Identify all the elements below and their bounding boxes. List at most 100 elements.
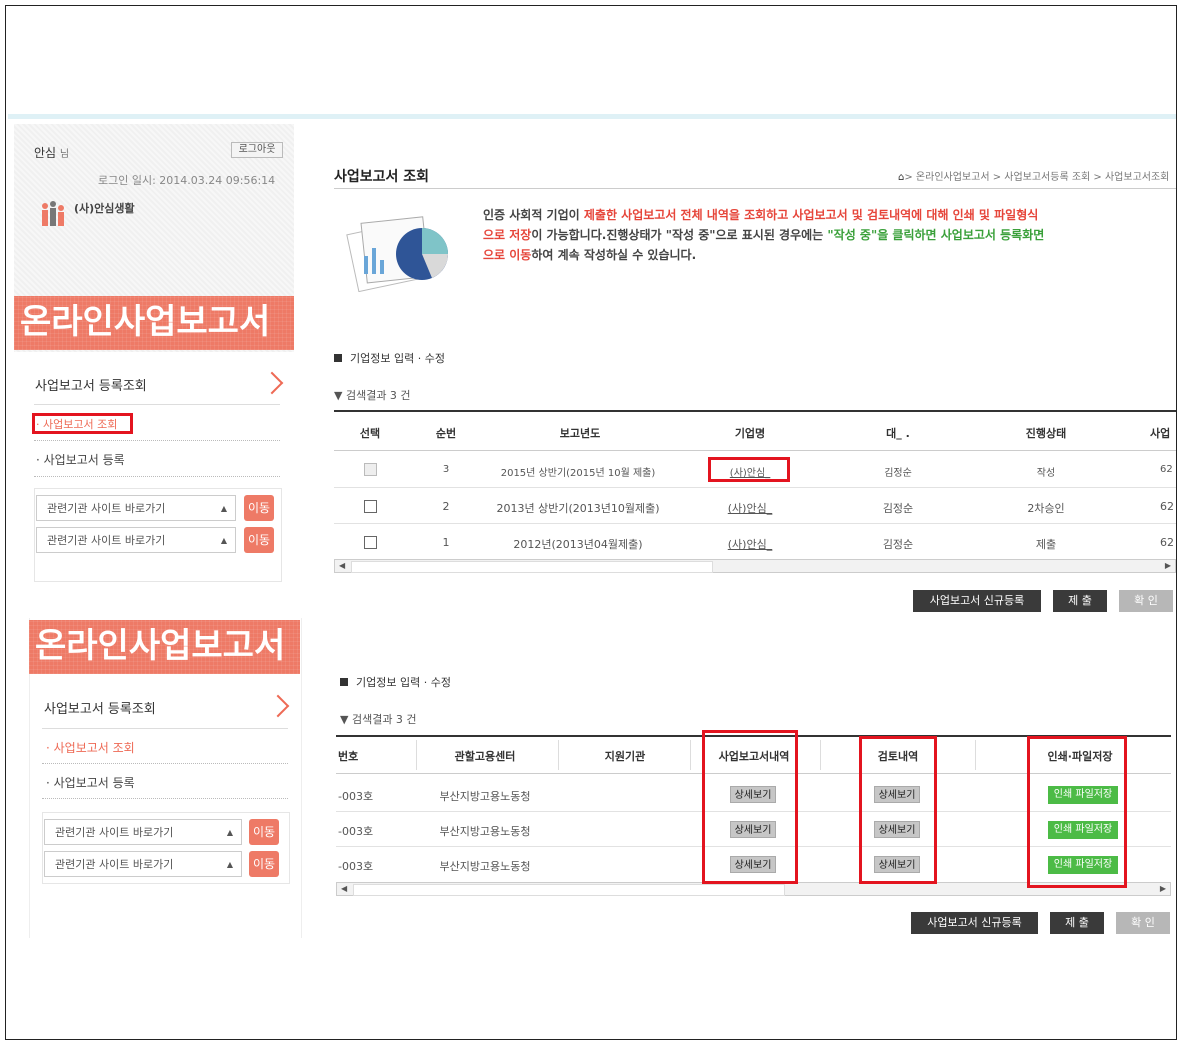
divider	[42, 763, 288, 764]
divider	[42, 728, 288, 729]
row-rep: 김정순	[884, 468, 912, 479]
page-title: 사업보고서 조회	[334, 169, 430, 185]
scroll-thumb[interactable]	[353, 884, 785, 896]
menu-title-lower[interactable]: 사업보고서 등록조회	[44, 698, 156, 717]
caret-up-icon: ▲	[226, 828, 233, 837]
column-divider	[690, 740, 691, 770]
login-time: 로그인 일시: 2014.03.24 09:56:14	[98, 174, 276, 187]
section2-heading: 기업정보 입력 · 수정	[340, 674, 451, 690]
scroll-right-icon[interactable]: ▶	[1165, 561, 1171, 570]
people-icon	[40, 200, 66, 230]
go-button[interactable]: 이동	[244, 527, 274, 553]
menu-title-upper[interactable]: 사업보고서 등록조회	[35, 375, 147, 394]
col-center: 관할고용센터	[454, 750, 516, 763]
column-divider	[558, 740, 559, 770]
row-extra: 62	[1160, 464, 1173, 475]
new-register-button[interactable]: 사업보고서 신규등록	[913, 590, 1041, 612]
row-divider	[334, 523, 1176, 524]
related-site-select[interactable]: 관련기관 사이트 바로가기 ▲	[44, 819, 242, 845]
horizontal-scrollbar[interactable]: ◀ ▶	[334, 559, 1176, 573]
submit-button[interactable]: 제 출	[1053, 590, 1107, 612]
banner-online-report: 온라인사업보고서	[29, 620, 300, 674]
highlight-box	[708, 457, 790, 482]
row-year: 2012년(2013년04월제출)	[513, 538, 643, 551]
caret-up-icon: ▲	[226, 860, 233, 869]
row-status: 제출	[1035, 538, 1057, 551]
table-header-bottom	[334, 450, 1176, 451]
divider	[34, 440, 280, 441]
column-divider	[975, 740, 976, 770]
confirm-button[interactable]: 확 인	[1116, 912, 1170, 934]
row-no: 1	[442, 536, 450, 549]
go-button[interactable]: 이동	[249, 851, 279, 877]
col-year: 보고년도	[559, 427, 601, 440]
row-checkbox[interactable]	[364, 536, 377, 549]
highlight-box	[1027, 736, 1127, 888]
row-checkbox[interactable]	[364, 500, 377, 513]
row-rep: 김정순	[882, 538, 914, 551]
row-status: 작성	[1036, 468, 1056, 479]
row-no: 2	[442, 500, 450, 513]
section2-result-count: ▼ 검색결과 3 건	[340, 713, 417, 726]
row-year: 2013년 상반기(2013년10월제출)	[496, 502, 660, 515]
row-number: -003호	[338, 790, 374, 803]
row-year: 2015년 상반기(2015년 10월 제출)	[500, 468, 656, 479]
row-company-link[interactable]: (사)안심_	[690, 536, 810, 552]
column-divider	[416, 740, 417, 770]
highlight-box	[702, 730, 798, 884]
scroll-thumb[interactable]	[351, 561, 713, 573]
related-site-select[interactable]: 관련기관 사이트 바로가기 ▲	[36, 527, 236, 553]
row-divider	[334, 487, 1176, 488]
new-register-button[interactable]: 사업보고서 신규등록	[911, 912, 1038, 934]
intro-text: 인증 사회적 기업이 제출한 사업보고서 전체 내역을 조회하고 사업보고서 및…	[483, 208, 1045, 262]
sidebar-item-view[interactable]: · 사업보고서 조회	[46, 739, 135, 756]
row-checkbox[interactable]	[364, 463, 377, 476]
col-company: 기업명	[734, 427, 766, 440]
col-status: 진행상태	[1025, 427, 1067, 440]
sidebar-item-register[interactable]: · 사업보고서 등록	[46, 774, 135, 791]
divider	[34, 476, 280, 477]
col-agency: 지원기관	[604, 750, 646, 763]
row-number: -003호	[338, 825, 374, 838]
confirm-button[interactable]: 확 인	[1119, 590, 1173, 612]
banner-online-report: 온라인사업보고서	[14, 296, 294, 350]
company-name: (사)안심생활	[74, 202, 135, 215]
go-button[interactable]: 이동	[244, 495, 274, 521]
title-underline	[334, 188, 1176, 189]
row-center: 부산지방고용노동청	[439, 825, 531, 838]
col-seq: 순번	[435, 427, 457, 440]
row-center: 부산지방고용노동청	[439, 860, 531, 873]
col-number: 번호	[338, 750, 359, 763]
go-button[interactable]: 이동	[249, 819, 279, 845]
scroll-left-icon[interactable]: ◀	[341, 884, 347, 893]
logout-button[interactable]: 로그아웃	[231, 142, 283, 158]
row-number: -003호	[338, 860, 374, 873]
divider	[34, 404, 280, 405]
scroll-right-icon[interactable]: ▶	[1160, 884, 1166, 893]
row-status: 2차승인	[1027, 502, 1065, 515]
col-rep: 대_ .	[886, 427, 910, 440]
submit-button[interactable]: 제 출	[1050, 912, 1104, 934]
square-bullet-icon	[334, 354, 342, 362]
caret-up-icon: ▲	[220, 504, 227, 513]
sidebar-item-register[interactable]: · 사업보고서 등록	[36, 451, 125, 468]
scroll-left-icon[interactable]: ◀	[339, 561, 345, 570]
column-divider	[820, 740, 821, 770]
col-select: 선택	[359, 427, 381, 440]
user-greeting: 안심 님	[34, 146, 70, 160]
square-bullet-icon	[340, 678, 348, 686]
caret-up-icon: ▲	[220, 536, 227, 545]
col-extra: 사업	[1150, 427, 1171, 440]
related-site-select[interactable]: 관련기관 사이트 바로가기 ▲	[36, 495, 236, 521]
highlight-box	[32, 413, 133, 434]
divider	[42, 798, 288, 799]
row-extra: 62	[1160, 536, 1174, 549]
report-chart-icon	[346, 206, 456, 293]
breadcrumb: ⌂> 온라인사업보고서 > 사업보고서등록 조회 > 사업보고서조회	[898, 172, 1170, 183]
related-site-select[interactable]: 관련기관 사이트 바로가기 ▲	[44, 851, 242, 877]
row-no: 3	[442, 464, 450, 475]
top-divider	[8, 114, 1176, 119]
row-company-link[interactable]: (사)안심_	[690, 500, 810, 516]
row-extra: 62	[1160, 500, 1174, 513]
highlight-box	[859, 736, 937, 884]
